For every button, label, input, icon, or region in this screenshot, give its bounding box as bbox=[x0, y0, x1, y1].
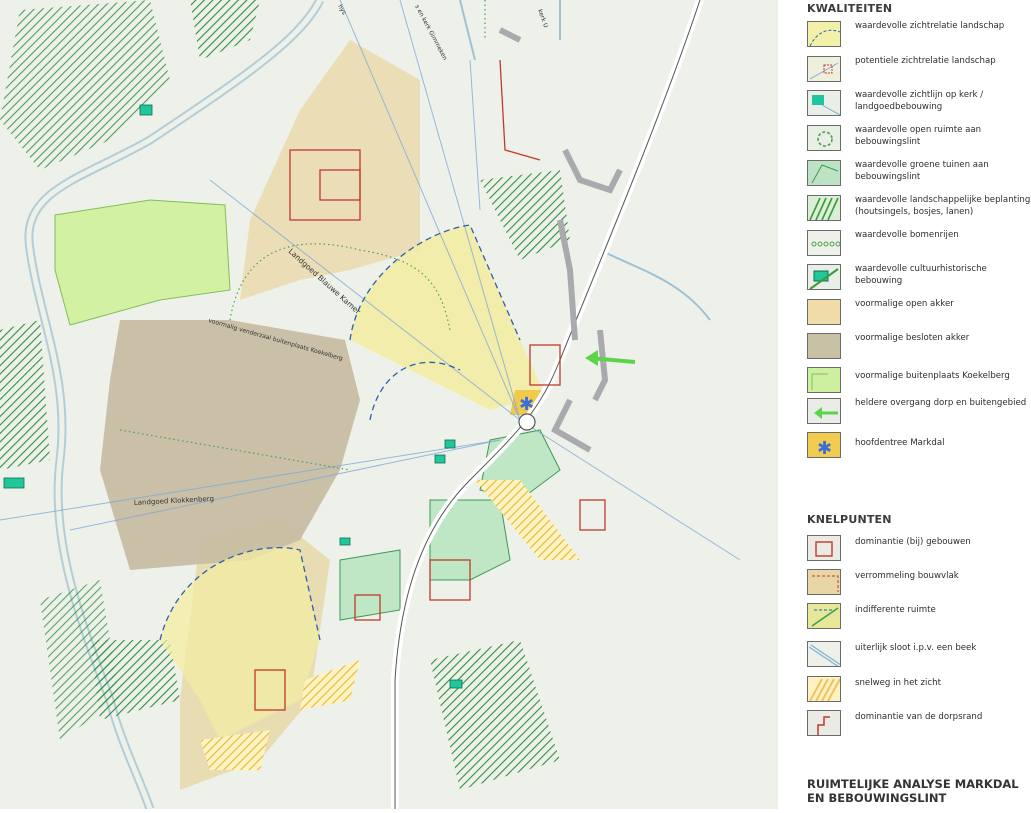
legend-label: uiterlijk sloot i.p.v. een beek bbox=[855, 643, 977, 653]
snelweg-swatch bbox=[807, 676, 841, 702]
zichtrelatie-swatch bbox=[807, 21, 841, 47]
legend-item-buitenplaats: voormalige buitenplaats Koekelberg bbox=[807, 367, 1031, 401]
legend-item-besloten-akker: voormalige besloten akker bbox=[807, 333, 1031, 367]
beplanting-swatch bbox=[807, 195, 841, 221]
open-akker-swatch bbox=[807, 299, 841, 325]
legend-item-snelweg: snelweg in het zicht bbox=[807, 676, 1031, 710]
dorpsrand-swatch bbox=[807, 710, 841, 736]
legend-label: waardevolle landschappelijke beplanting … bbox=[855, 195, 1031, 217]
legend-item-groene-tuinen: waardevolle groene tuinen aan bebouwings… bbox=[807, 160, 1031, 194]
legend-item-sloot: uiterlijk sloot i.p.v. een beek bbox=[807, 641, 1031, 675]
hoofdentree-star-swatch: ✱ bbox=[807, 432, 841, 458]
zichtlijn-kerk-swatch bbox=[807, 90, 841, 116]
legend-label: waardevolle open ruimte aan bebouwingsli… bbox=[855, 125, 982, 147]
indifferente-ruimte-swatch bbox=[807, 603, 841, 629]
legend-item-dominantie-gebouwen: dominantie (bij) gebouwen bbox=[807, 535, 1031, 569]
legend-label: waardevolle cultuurhistorische bebouwing bbox=[855, 264, 987, 286]
verrommeling-swatch bbox=[807, 569, 841, 595]
legend-label: heldere overgang dorp en buitengebied bbox=[855, 398, 1027, 408]
overgang-arrow-swatch bbox=[807, 398, 841, 424]
buitenplaats-swatch bbox=[807, 367, 841, 393]
legend-item-bomenrijen: waardevolle bomenrijen bbox=[807, 230, 1031, 264]
legend-item-hoofdentree: ✱ hoofdentree Markdal bbox=[807, 432, 1031, 466]
legend-label: dominantie (bij) gebouwen bbox=[855, 537, 971, 547]
hoofdentree-star: ✱ bbox=[519, 394, 534, 415]
legend-label: voormalige besloten akker bbox=[855, 333, 970, 343]
legend-item-potentiele-zichtrelatie: potentiele zichtrelatie landschap bbox=[807, 56, 1031, 90]
map-canvas: ✱ Landgoed Blauwe Kamer voormalig vender… bbox=[0, 0, 778, 811]
legend-panel: KWALITEITEN waardevolle zichtrelatie lan… bbox=[778, 0, 1031, 809]
sloot-swatch bbox=[807, 641, 841, 667]
legend-label: verrommeling bouwvlak bbox=[855, 571, 959, 581]
legend-label: waardevolle groene tuinen aan bebouwings… bbox=[855, 160, 989, 182]
legend-item-cultuurhistorische-bebouwing: waardevolle cultuurhistorische bebouwing bbox=[807, 264, 1031, 298]
legend-label: waardevolle zichtlijn op kerk / landgoed… bbox=[855, 90, 984, 112]
legend-label: waardevolle bomenrijen bbox=[855, 230, 959, 240]
kwaliteiten-title: KWALITEITEN bbox=[807, 2, 893, 15]
legend-item-beplanting: waardevolle landschappelijke beplanting … bbox=[807, 195, 1031, 229]
legend-item-indifferente-ruimte: indifferente ruimte bbox=[807, 603, 1031, 637]
bomenrijen-swatch bbox=[807, 230, 841, 256]
legend-item-overgang: heldere overgang dorp en buitengebied bbox=[807, 398, 1031, 432]
legend-item-verrommeling: verrommeling bouwvlak bbox=[807, 569, 1031, 603]
groene-tuinen-swatch bbox=[807, 160, 841, 186]
legend-item-zichtlijn-kerk: waardevolle zichtlijn op kerk / landgoed… bbox=[807, 90, 1031, 124]
legend-label: waardevolle zichtrelatie landschap bbox=[855, 21, 1005, 31]
potentiele-zichtrelatie-swatch bbox=[807, 56, 841, 82]
legend-item-dorpsrand: dominantie van de dorpsrand bbox=[807, 710, 1031, 744]
cultuurhistorische-bebouwing-swatch bbox=[807, 264, 841, 290]
legend-label: indifferente ruimte bbox=[855, 605, 936, 615]
roundabout bbox=[518, 413, 536, 431]
legend-item-zichtrelatie: waardevolle zichtrelatie landschap bbox=[807, 21, 1031, 55]
map-title: RUIMTELIJKE ANALYSE MARKDAL EN BEBOUWING… bbox=[807, 777, 1019, 805]
dominantie-gebouwen-swatch bbox=[807, 535, 841, 561]
legend-label: voormalige open akker bbox=[855, 299, 954, 309]
legend-label: voormalige buitenplaats Koekelberg bbox=[855, 371, 1010, 381]
svg-text:✱: ✱ bbox=[817, 438, 832, 458]
legend-item-open-ruimte: waardevolle open ruimte aan bebouwingsli… bbox=[807, 125, 1031, 159]
knelpunten-title: KNELPUNTEN bbox=[807, 513, 892, 526]
open-ruimte-swatch bbox=[807, 125, 841, 151]
tuin-3 bbox=[339, 549, 401, 621]
legend-label: hoofdentree Markdal bbox=[855, 438, 945, 448]
legend-item-open-akker: voormalige open akker bbox=[807, 299, 1031, 333]
legend-label: dominantie van de dorpsrand bbox=[855, 712, 983, 722]
legend-label: snelweg in het zicht bbox=[855, 678, 941, 688]
analysis-map[interactable]: ✱ Landgoed Blauwe Kamer voormalig vender… bbox=[0, 0, 778, 811]
besloten-akker-swatch bbox=[807, 333, 841, 359]
legend-label: potentiele zichtrelatie landschap bbox=[855, 56, 996, 66]
